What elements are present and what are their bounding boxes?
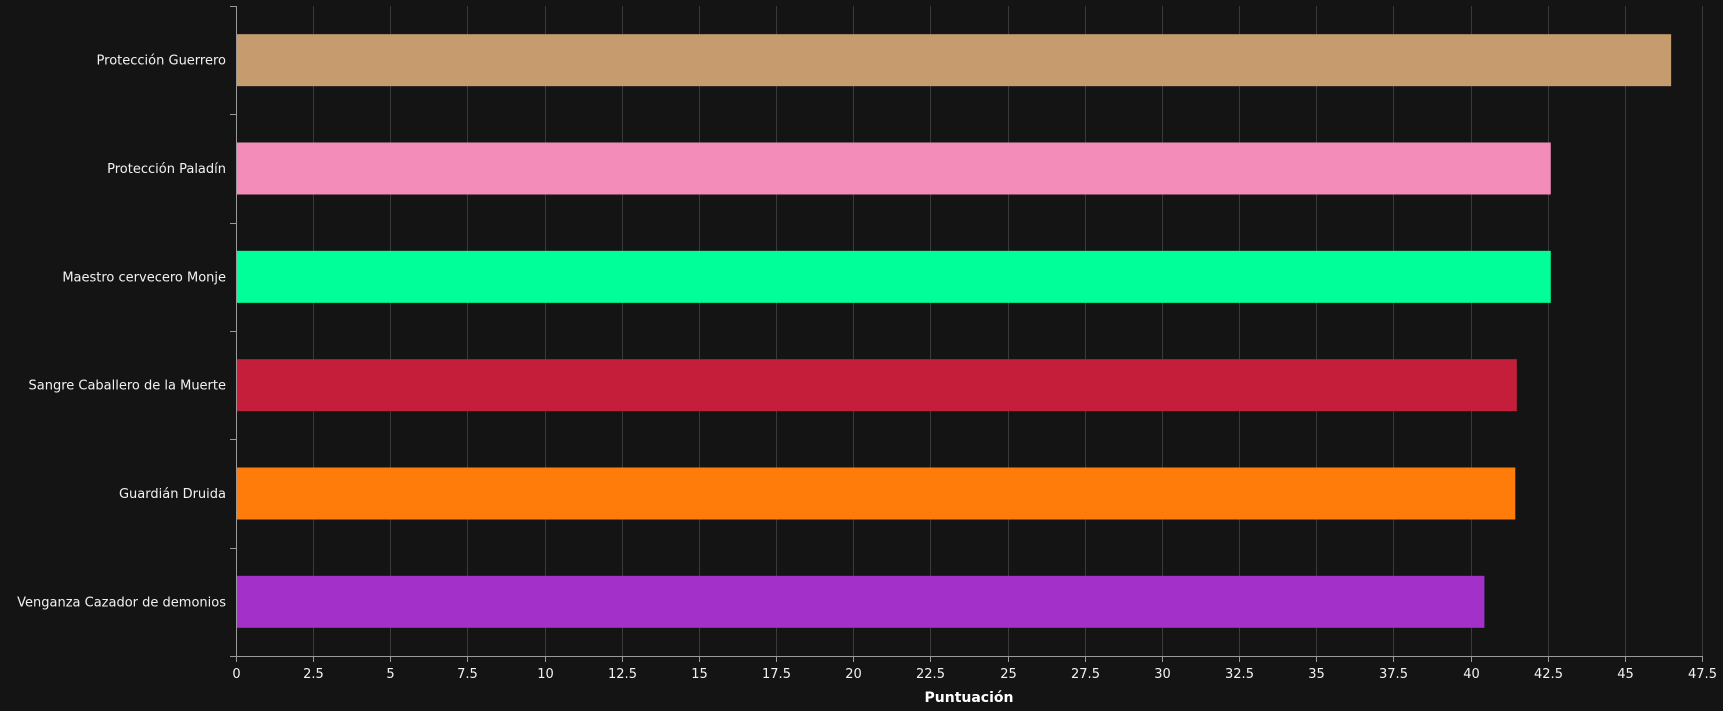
bar[interactable] [236, 359, 1517, 412]
bar-chart: Protección Guerrero Protección Paladín Mae… [17, 6, 1717, 706]
x-tick-label: 15 [691, 667, 708, 682]
y-tick-label: Sangre Caballero de la Muerte [28, 379, 226, 394]
x-tick-label: 17.5 [762, 667, 791, 682]
y-tick-label: Guardián Druida [119, 487, 226, 502]
x-tick-label: 5 [386, 667, 394, 682]
x-tick-label: 40 [1463, 667, 1480, 682]
x-tick-label: 32.5 [1225, 667, 1254, 682]
y-tick-label: Protección Guerrero [97, 54, 226, 69]
chart-container: Protección Guerrero Protección Paladín Mae… [0, 0, 1723, 711]
x-tick-label: 35 [1308, 667, 1325, 682]
x-tick-label: 47.5 [1688, 667, 1717, 682]
x-tick-label: 42.5 [1534, 667, 1563, 682]
x-tick-label: 22.5 [916, 667, 945, 682]
bar[interactable] [236, 575, 1485, 628]
x-tick-label: 10 [537, 667, 554, 682]
x-tick-label: 25 [1000, 667, 1017, 682]
bar[interactable] [236, 142, 1551, 195]
x-tick-label: 0 [232, 667, 240, 682]
y-tick-label: Maestro cervecero Monje [62, 270, 226, 285]
bar[interactable] [236, 467, 1516, 520]
bars [236, 34, 1672, 628]
x-tick-label: 45 [1617, 667, 1634, 682]
bar[interactable] [236, 250, 1551, 303]
y-tick-label: Venganza Cazador de demonios [17, 595, 226, 610]
x-tick-label: 27.5 [1071, 667, 1100, 682]
x-tick-label: 7.5 [457, 667, 478, 682]
x-tick-label: 2.5 [303, 667, 324, 682]
x-tick-label: 12.5 [608, 667, 637, 682]
x-tick-label: 37.5 [1379, 667, 1408, 682]
x-tick-label: 30 [1154, 667, 1171, 682]
x-axis-title: Puntuación [925, 690, 1014, 706]
grid-lines [313, 6, 1703, 656]
x-tick-label: 20 [845, 667, 862, 682]
y-tick-label: Protección Paladín [107, 162, 226, 177]
bar[interactable] [236, 34, 1672, 87]
